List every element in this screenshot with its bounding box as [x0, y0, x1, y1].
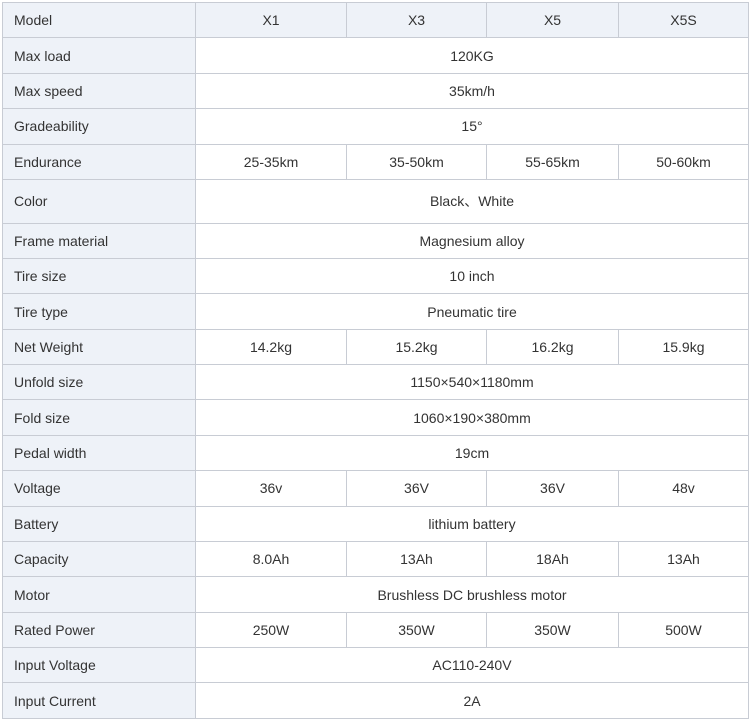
header-label: Model	[2, 1, 196, 39]
spec-value: 120KG	[195, 37, 749, 74]
spec-label: Endurance	[2, 143, 196, 180]
spec-value: 15.2kg	[346, 328, 487, 366]
spec-label: Max speed	[2, 72, 196, 110]
spec-label: Frame material	[2, 222, 196, 259]
model-header-x5s: X5S	[618, 1, 749, 39]
spec-value: 36V	[486, 470, 619, 507]
spec-value: 35km/h	[195, 72, 749, 110]
spec-value: 19cm	[195, 434, 749, 472]
spec-label: Battery	[2, 505, 196, 542]
spec-row: Net Weight 14.2kg 15.2kg 16.2kg 15.9kg	[2, 328, 749, 366]
spec-value: 55-65km	[486, 143, 619, 180]
spec-label: Color	[2, 178, 196, 224]
spec-row: Capacity 8.0Ah 13Ah 18Ah 13Ah	[2, 540, 749, 578]
spec-row: Fold size 1060×190×380mm	[2, 399, 749, 436]
spec-row: Input Voltage AC110-240V	[2, 647, 749, 684]
spec-row: Max load 120KG	[2, 37, 749, 74]
spec-row: Unfold size 1150×540×1180mm	[2, 364, 749, 401]
spec-label: Net Weight	[2, 328, 196, 366]
spec-label: Capacity	[2, 540, 196, 578]
spec-row: Tire size 10 inch	[2, 257, 749, 295]
spec-label: Tire type	[2, 293, 196, 330]
spec-value: 350W	[486, 611, 619, 649]
spec-value: 500W	[618, 611, 749, 649]
spec-value: 18Ah	[486, 540, 619, 578]
spec-value: 25-35km	[195, 143, 347, 180]
spec-row: Gradeability 15°	[2, 108, 749, 145]
model-header-x1: X1	[195, 1, 347, 39]
spec-row: Motor Brushless DC brushless motor	[2, 576, 749, 613]
spec-label: Gradeability	[2, 108, 196, 145]
spec-value: 13Ah	[346, 540, 487, 578]
spec-value: 36v	[195, 470, 347, 507]
spec-value: 10 inch	[195, 257, 749, 295]
spec-row: Input Current 2A	[2, 682, 749, 719]
spec-value: AC110-240V	[195, 647, 749, 684]
spec-value: 350W	[346, 611, 487, 649]
model-header-x3: X3	[346, 1, 487, 39]
spec-label: Tire size	[2, 257, 196, 295]
spec-value: 2A	[195, 682, 749, 719]
spec-value: 36V	[346, 470, 487, 507]
spec-label: Motor	[2, 576, 196, 613]
spec-label: Rated Power	[2, 611, 196, 649]
spec-row: Battery lithium battery	[2, 505, 749, 542]
spec-row: Frame material Magnesium alloy	[2, 222, 749, 259]
spec-label: Pedal width	[2, 434, 196, 472]
spec-row: Pedal width 19cm	[2, 434, 749, 472]
spec-value: Pneumatic tire	[195, 293, 749, 330]
spec-row: Max speed 35km/h	[2, 72, 749, 110]
spec-value: Black、White	[195, 178, 749, 224]
spec-value: 8.0Ah	[195, 540, 347, 578]
spec-row: Endurance 25-35km 35-50km 55-65km 50-60km	[2, 143, 749, 180]
spec-label: Unfold size	[2, 364, 196, 401]
spec-row: Color Black、White	[2, 178, 749, 224]
spec-value: 15.9kg	[618, 328, 749, 366]
spec-value: 50-60km	[618, 143, 749, 180]
spec-row: Rated Power 250W 350W 350W 500W	[2, 611, 749, 649]
spec-label: Input Current	[2, 682, 196, 719]
spec-value: 13Ah	[618, 540, 749, 578]
spec-table-body: Model X1 X3 X5 X5S Max load 120KG Max spee…	[2, 1, 749, 719]
spec-value: 15°	[195, 108, 749, 145]
spec-value: 48v	[618, 470, 749, 507]
spec-value: 1150×540×1180mm	[195, 364, 749, 401]
spec-value: 250W	[195, 611, 347, 649]
header-row: Model X1 X3 X5 X5S	[2, 1, 749, 39]
spec-value: lithium battery	[195, 505, 749, 542]
model-header-x5: X5	[486, 1, 619, 39]
spec-label: Max load	[2, 37, 196, 74]
spec-label: Voltage	[2, 470, 196, 507]
spec-value: 14.2kg	[195, 328, 347, 366]
spec-label: Fold size	[2, 399, 196, 436]
spec-value: 35-50km	[346, 143, 487, 180]
spec-value: 1060×190×380mm	[195, 399, 749, 436]
spec-value: 16.2kg	[486, 328, 619, 366]
spec-label: Input Voltage	[2, 647, 196, 684]
spec-row: Tire type Pneumatic tire	[2, 293, 749, 330]
spec-row: Voltage 36v 36V 36V 48v	[2, 470, 749, 507]
spec-value: Magnesium alloy	[195, 222, 749, 259]
spec-value: Brushless DC brushless motor	[195, 576, 749, 613]
spec-table: Model X1 X3 X5 X5S Max load 120KG Max spee…	[2, 1, 749, 719]
